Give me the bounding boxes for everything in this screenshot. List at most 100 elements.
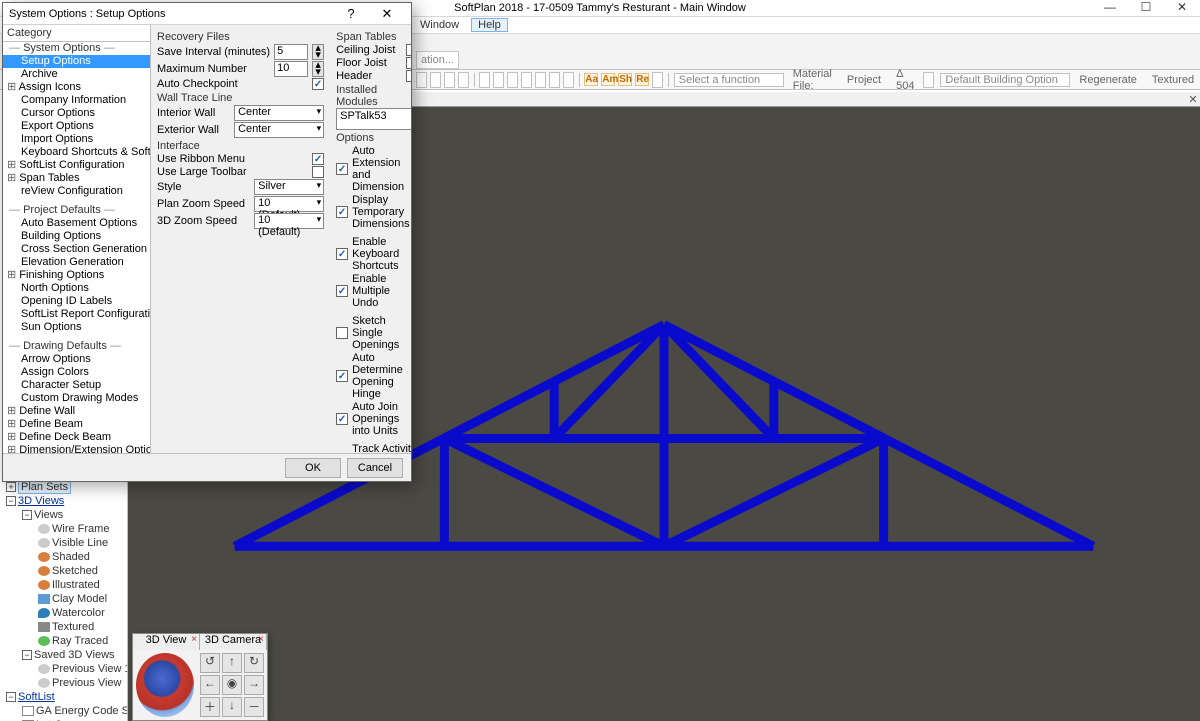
tree-view-item[interactable]: Clay Model	[52, 593, 107, 605]
toolbar-button[interactable]	[521, 72, 532, 88]
toolbar-button[interactable]	[652, 72, 663, 88]
category-item[interactable]: Project Defaults	[3, 204, 150, 217]
category-item[interactable]: Assign Colors	[3, 366, 150, 379]
toolbar-button[interactable]	[507, 72, 518, 88]
tab-3d-view[interactable]: 3D View×	[133, 634, 200, 650]
category-item[interactable]: SoftList Report Configurations	[3, 308, 150, 321]
tab-3d-camera[interactable]: 3D Camera×	[200, 634, 267, 650]
category-item[interactable]: SoftList Configuration	[3, 159, 150, 172]
orbit-ball[interactable]	[136, 653, 194, 717]
category-item[interactable]: Assign Icons	[3, 81, 150, 94]
close-icon[interactable]: ×	[191, 634, 197, 645]
toolbar-button[interactable]	[444, 72, 455, 88]
main-max-button[interactable]: ☐	[1128, 0, 1164, 17]
save-interval-input[interactable]: 5	[274, 44, 308, 60]
category-item[interactable]: Define Wall	[3, 405, 150, 418]
tree-softlist-item[interactable]: GA Energy Code Simpli	[36, 705, 128, 717]
dialog-titlebar[interactable]: System Options : Setup Options ? ✕	[3, 3, 411, 25]
auto-checkpoint-checkbox[interactable]: ✓	[312, 78, 324, 90]
option-checkbox[interactable]: ✓	[336, 206, 348, 218]
category-item[interactable]: Define Beam	[3, 418, 150, 431]
category-item[interactable]: Cursor Options	[3, 107, 150, 120]
max-number-spinner[interactable]: ▴▾	[312, 61, 324, 77]
toolbar-button[interactable]	[416, 72, 427, 88]
tree-view-item[interactable]: Sketched	[52, 565, 98, 577]
main-close-button[interactable]: ✕	[1164, 0, 1200, 17]
toolbar-aa-icon[interactable]: Aa	[584, 73, 598, 86]
dialog-help-icon[interactable]: ?	[333, 6, 369, 22]
center-icon[interactable]: ◉	[222, 675, 242, 695]
toolbar-re-icon[interactable]: Re	[635, 73, 649, 86]
option-checkbox[interactable]: ✓	[336, 248, 348, 260]
toolbar-button[interactable]	[549, 72, 560, 88]
category-item[interactable]: Export Options	[3, 120, 150, 133]
option-checkbox[interactable]: ✓	[336, 285, 348, 297]
category-item[interactable]: Dimension/Extension Options	[3, 444, 150, 453]
category-item[interactable]: Span Tables	[3, 172, 150, 185]
toolbar-button[interactable]	[493, 72, 504, 88]
category-item[interactable]: Custom Drawing Modes	[3, 392, 150, 405]
category-item[interactable]: Arrow Options	[3, 353, 150, 366]
category-item[interactable]: Keyboard Shortcuts & SoftTalk Comma	[3, 146, 150, 159]
dialog-close-icon[interactable]: ✕	[369, 6, 405, 22]
tree-prev-view[interactable]: Previous View	[52, 677, 122, 689]
option-checkbox[interactable]: ✓	[336, 413, 348, 425]
category-item[interactable]: Company Information	[3, 94, 150, 107]
toolbar-button[interactable]	[563, 72, 574, 88]
tree-softlist[interactable]: SoftList	[18, 691, 55, 703]
category-item[interactable]: North Options	[3, 282, 150, 295]
interior-wall-select[interactable]: Center	[234, 105, 324, 121]
3d-zoom-select[interactable]: 10 (Default)	[254, 213, 324, 229]
category-item[interactable]: Opening ID Labels	[3, 295, 150, 308]
plan-zoom-select[interactable]: 10 (Default)	[254, 196, 324, 212]
menu-window[interactable]: Window	[420, 19, 459, 31]
tree-view-item[interactable]: Wire Frame	[52, 523, 109, 535]
ribbon-menu-checkbox[interactable]: ✓	[312, 153, 324, 165]
category-item[interactable]: Drawing Defaults	[3, 340, 150, 353]
tree-prev-view-1[interactable]: Previous View 1	[52, 663, 128, 675]
tree-3d-views[interactable]: 3D Views	[18, 495, 64, 507]
category-item[interactable]: System Options	[3, 42, 150, 55]
regenerate-button[interactable]: Regenerate	[1073, 74, 1143, 86]
category-item[interactable]: Finishing Options	[3, 269, 150, 282]
category-item[interactable]: Cross Section Generation	[3, 243, 150, 256]
tree-view-item[interactable]: Illustrated	[52, 579, 100, 591]
category-list[interactable]: System OptionsSetup OptionsArchiveAssign…	[3, 41, 150, 453]
toolbar-button[interactable]	[479, 72, 490, 88]
floor-joist-checkbox[interactable]	[406, 57, 411, 69]
toolbar-am-icon[interactable]: Am	[601, 73, 615, 86]
toolbar-button[interactable]	[430, 72, 441, 88]
toolbar-sh-icon[interactable]: Sh	[618, 73, 632, 86]
option-checkbox[interactable]	[336, 327, 348, 339]
option-checkbox[interactable]: ✓	[336, 163, 348, 175]
tree-saved-views[interactable]: Saved 3D Views	[34, 649, 115, 661]
category-item[interactable]: Auto Basement Options	[3, 217, 150, 230]
tree-views[interactable]: Views	[34, 509, 63, 521]
style-select[interactable]: Silver	[254, 179, 324, 195]
rotate-cw-icon[interactable]: ↻	[244, 653, 264, 673]
right-icon[interactable]: →	[244, 675, 264, 695]
category-item[interactable]: Setup Options	[3, 55, 150, 68]
option-checkbox[interactable]: ✓	[336, 370, 348, 382]
tree-view-item[interactable]: Visible Line	[52, 537, 108, 549]
toolbar-button[interactable]	[923, 72, 934, 88]
viewport-close-icon[interactable]: ✕	[1186, 93, 1200, 106]
left-icon[interactable]: ←	[200, 675, 220, 695]
textured-button[interactable]: Textured	[1146, 74, 1200, 86]
category-item[interactable]: Building Options	[3, 230, 150, 243]
zoom-in-icon[interactable]: ＋	[200, 697, 220, 717]
category-item[interactable]: Elevation Generation	[3, 256, 150, 269]
cancel-button[interactable]: Cancel	[347, 458, 403, 478]
category-item[interactable]: Define Deck Beam	[3, 431, 150, 444]
function-select[interactable]: Select a function	[674, 73, 784, 87]
toolbar-button[interactable]	[458, 72, 469, 88]
tree-view-item[interactable]: Watercolor	[52, 607, 105, 619]
category-item[interactable]: Character Setup	[3, 379, 150, 392]
category-item[interactable]: Sun Options	[3, 321, 150, 334]
tree-view-item[interactable]: Ray Traced	[52, 635, 108, 647]
zoom-out-icon[interactable]: －	[244, 697, 264, 717]
down-icon[interactable]: ↓	[222, 697, 242, 717]
close-icon[interactable]: ×	[258, 634, 264, 645]
rotate-ccw-icon[interactable]: ↺	[200, 653, 220, 673]
tree-plan-sets[interactable]: Plan Sets	[18, 480, 71, 494]
